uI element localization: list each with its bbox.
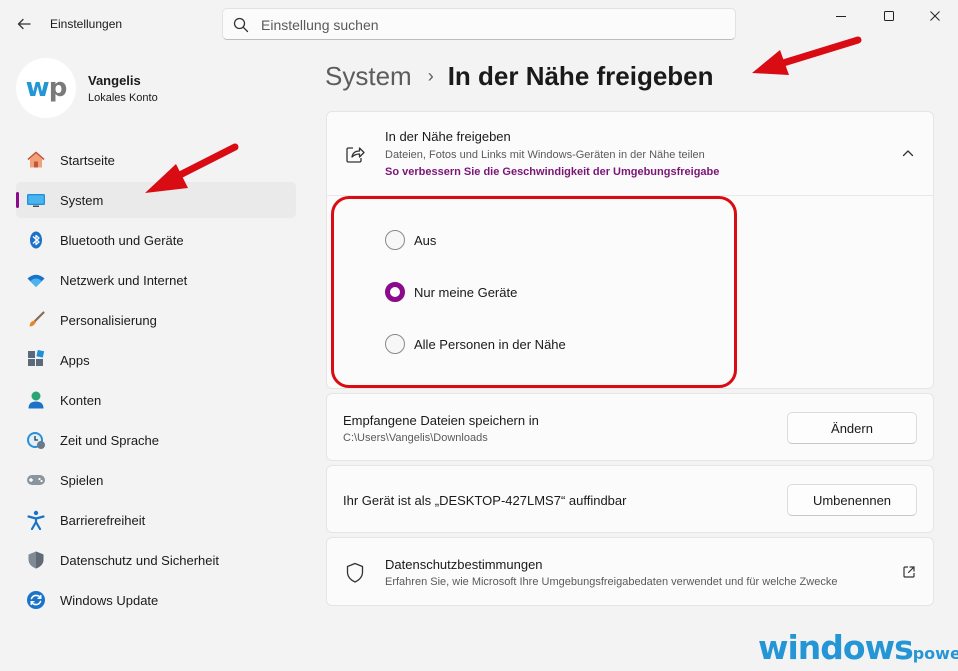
share-icon (344, 143, 366, 170)
radio-option-everyone[interactable]: Alle Personen in der Nähe (385, 333, 566, 355)
system-icon (26, 190, 46, 210)
sidebar-item-network[interactable]: Netzwerk und Internet (16, 262, 296, 298)
search-icon (233, 17, 249, 38)
app-title: Einstellungen (50, 17, 123, 31)
breadcrumb-parent[interactable]: System (325, 61, 412, 92)
minimize-button[interactable] (818, 0, 864, 32)
bluetooth-icon (26, 230, 46, 250)
brush-icon (26, 310, 46, 330)
watermark-logo: windows power. (758, 628, 958, 667)
radio-label: Nur meine Geräte (414, 284, 518, 300)
shield-icon (26, 550, 46, 570)
close-button[interactable] (912, 0, 958, 32)
minimize-icon (836, 16, 846, 17)
back-button[interactable] (10, 10, 38, 38)
gamepad-icon (26, 470, 46, 490)
sidebar-item-label: Personalisierung (60, 313, 157, 328)
sidebar-item-label: Datenschutz und Sicherheit (60, 553, 219, 568)
title-bar: Einstellungen (0, 0, 958, 48)
divider (327, 195, 933, 196)
shield-outline-icon (345, 562, 365, 589)
person-icon (26, 390, 46, 410)
close-icon (930, 11, 940, 21)
clock-globe-icon (26, 430, 46, 450)
sidebar-item-label: Zeit und Sprache (60, 433, 160, 448)
user-name: Vangelis (88, 73, 141, 88)
nearby-share-card: In der Nähe freigeben Dateien, Fotos und… (326, 111, 934, 389)
sidebar-item-label: System (60, 193, 104, 208)
sidebar-item-system[interactable]: System (16, 182, 296, 218)
change-button[interactable]: Ändern (787, 412, 917, 444)
sidebar-item-label: Barrierefreiheit (60, 513, 146, 528)
sidebar-item-apps[interactable]: Apps (16, 342, 296, 378)
breadcrumb: System › In der Nähe freigeben (325, 58, 714, 94)
apps-icon (26, 350, 46, 370)
sidebar-item-konten[interactable]: Konten (16, 382, 296, 418)
maximize-button[interactable] (866, 0, 912, 32)
page-title: In der Nähe freigeben (447, 60, 714, 91)
radio-button[interactable] (385, 334, 405, 354)
sidebar-item-label: Apps (60, 353, 90, 368)
search-input[interactable] (261, 15, 721, 35)
radio-button-checked[interactable] (385, 282, 405, 302)
sidebar-item-barrierefreiheit[interactable]: Barrierefreiheit (16, 502, 296, 538)
avatar: wp (16, 58, 76, 118)
update-icon (26, 590, 46, 610)
save-location-card: Empfangene Dateien speichern in C:\Users… (326, 393, 934, 461)
privacy-card[interactable]: Datenschutzbestimmungen Erfahren Sie, wi… (326, 537, 934, 606)
breadcrumb-separator: › (427, 65, 434, 86)
sidebar-item-label: Startseite (60, 153, 115, 168)
chevron-up-icon[interactable] (901, 146, 915, 165)
rename-button[interactable]: Umbenennen (787, 484, 917, 516)
avatar-logo: wp (25, 73, 68, 103)
wifi-icon (26, 270, 46, 290)
watermark-suffix: power. (912, 644, 958, 663)
privacy-title: Datenschutzbestimmungen (385, 557, 543, 572)
save-location-title: Empfangene Dateien speichern in (343, 413, 539, 428)
back-arrow-icon (17, 18, 31, 30)
save-location-path: C:\Users\Vangelis\Downloads (343, 432, 488, 444)
sidebar-item-label: Konten (60, 393, 102, 408)
nearby-share-title: In der Nähe freigeben (385, 129, 511, 144)
discoverable-card: Ihr Gerät ist als „DESKTOP-427LMS7“ auff… (326, 465, 934, 533)
radio-option-my-devices[interactable]: Nur meine Geräte (385, 281, 517, 303)
sidebar-item-personalisierung[interactable]: Personalisierung (16, 302, 296, 338)
discoverable-text: Ihr Gerät ist als „DESKTOP-427LMS7“ auff… (343, 493, 627, 508)
open-external-icon[interactable] (902, 565, 916, 584)
radio-button[interactable] (385, 230, 405, 250)
watermark-text: windows (758, 628, 914, 667)
sidebar-item-windows-update[interactable]: Windows Update (16, 582, 296, 618)
sidebar-item-bluetooth[interactable]: Bluetooth und Geräte (16, 222, 296, 258)
nearby-share-header[interactable]: In der Nähe freigeben Dateien, Fotos und… (327, 112, 933, 195)
account-type: Lokales Konto (88, 92, 158, 104)
sidebar-item-spielen[interactable]: Spielen (16, 462, 296, 498)
sidebar-item-datenschutz[interactable]: Datenschutz und Sicherheit (16, 542, 296, 578)
radio-label: Alle Personen in der Nähe (414, 336, 566, 352)
nearby-share-description: Dateien, Fotos und Links mit Windows-Ger… (385, 149, 705, 161)
home-icon (26, 150, 46, 170)
sidebar-item-label: Windows Update (60, 593, 159, 608)
sidebar-item-zeit-sprache[interactable]: Zeit und Sprache (16, 422, 296, 458)
radio-label: Aus (414, 232, 437, 248)
maximize-icon (884, 11, 894, 21)
sidebar-nav: Startseite System Bluetooth und Geräte N… (16, 142, 296, 622)
sidebar-item-startseite[interactable]: Startseite (16, 142, 296, 178)
speed-help-link[interactable]: So verbessern Sie die Geschwindigkeit de… (385, 166, 719, 178)
privacy-description: Erfahren Sie, wie Microsoft Ihre Umgebun… (385, 576, 838, 588)
search-box[interactable] (222, 8, 736, 40)
sidebar-item-label: Netzwerk und Internet (60, 273, 188, 288)
sidebar-item-label: Spielen (60, 473, 104, 488)
sidebar-item-label: Bluetooth und Geräte (60, 233, 184, 248)
accessibility-icon (26, 510, 46, 530)
radio-option-off[interactable]: Aus (385, 229, 436, 251)
